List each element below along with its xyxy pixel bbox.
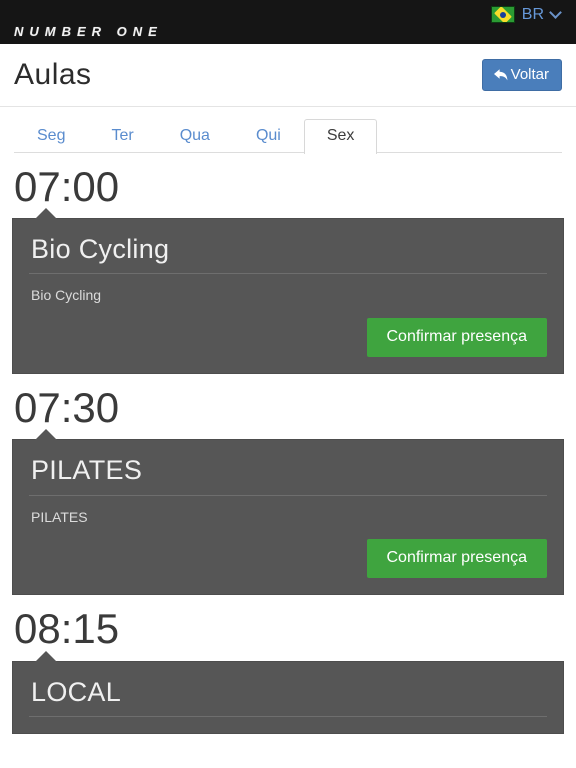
tab-seg[interactable]: Seg [14,119,88,153]
slot-time: 08:15 [14,605,120,653]
schedule-slot: 08:15 LOCAL [12,605,564,734]
class-schedule-list: 07:00 Bio Cycling Bio Cycling Confirmar … [0,163,576,734]
chevron-down-icon [551,7,562,18]
back-button-label: Voltar [510,66,549,83]
tab-ter[interactable]: Ter [88,119,156,153]
schedule-slot: 07:00 Bio Cycling Bio Cycling Confirmar … [12,163,564,375]
class-title: Bio Cycling [29,235,547,275]
class-title: PILATES [29,456,547,496]
tab-qua[interactable]: Qua [157,119,233,153]
class-description: Bio Cycling [31,287,102,304]
top-navigation-bar: NUMBER ONE BR [0,0,576,44]
reply-arrow-icon [493,68,510,82]
class-card[interactable]: Bio Cycling Bio Cycling Confirmar presen… [12,208,564,375]
slot-time: 07:00 [14,163,120,210]
class-description: PILATES [31,508,88,525]
brazil-flag-icon [490,6,515,23]
class-title: LOCAL [29,677,547,717]
language-code-label: BR [521,5,544,23]
app-logo: NUMBER ONE [14,24,163,39]
language-selector[interactable]: BR [490,5,562,23]
class-card[interactable]: LOCAL [12,650,564,734]
confirm-attendance-button[interactable]: Confirmar presença [366,318,547,358]
class-card-actions: Confirmar presença [29,525,547,579]
tab-sex[interactable]: Sex [303,119,378,154]
confirm-attendance-button[interactable]: Confirmar presença [366,539,547,579]
page-header: Aulas Voltar [0,44,576,107]
back-button[interactable]: Voltar [481,59,562,91]
day-tabs: Seg Ter Qua Qui Sex [0,107,576,154]
schedule-slot: 07:30 PILATES PILATES Confirmar presença [12,384,564,596]
slot-time: 07:30 [14,384,120,432]
class-card-actions: Confirmar presença [29,304,547,358]
tab-qui[interactable]: Qui [233,119,304,153]
page-title: Aulas [14,58,92,91]
class-card[interactable]: PILATES PILATES Confirmar presença [12,429,564,596]
